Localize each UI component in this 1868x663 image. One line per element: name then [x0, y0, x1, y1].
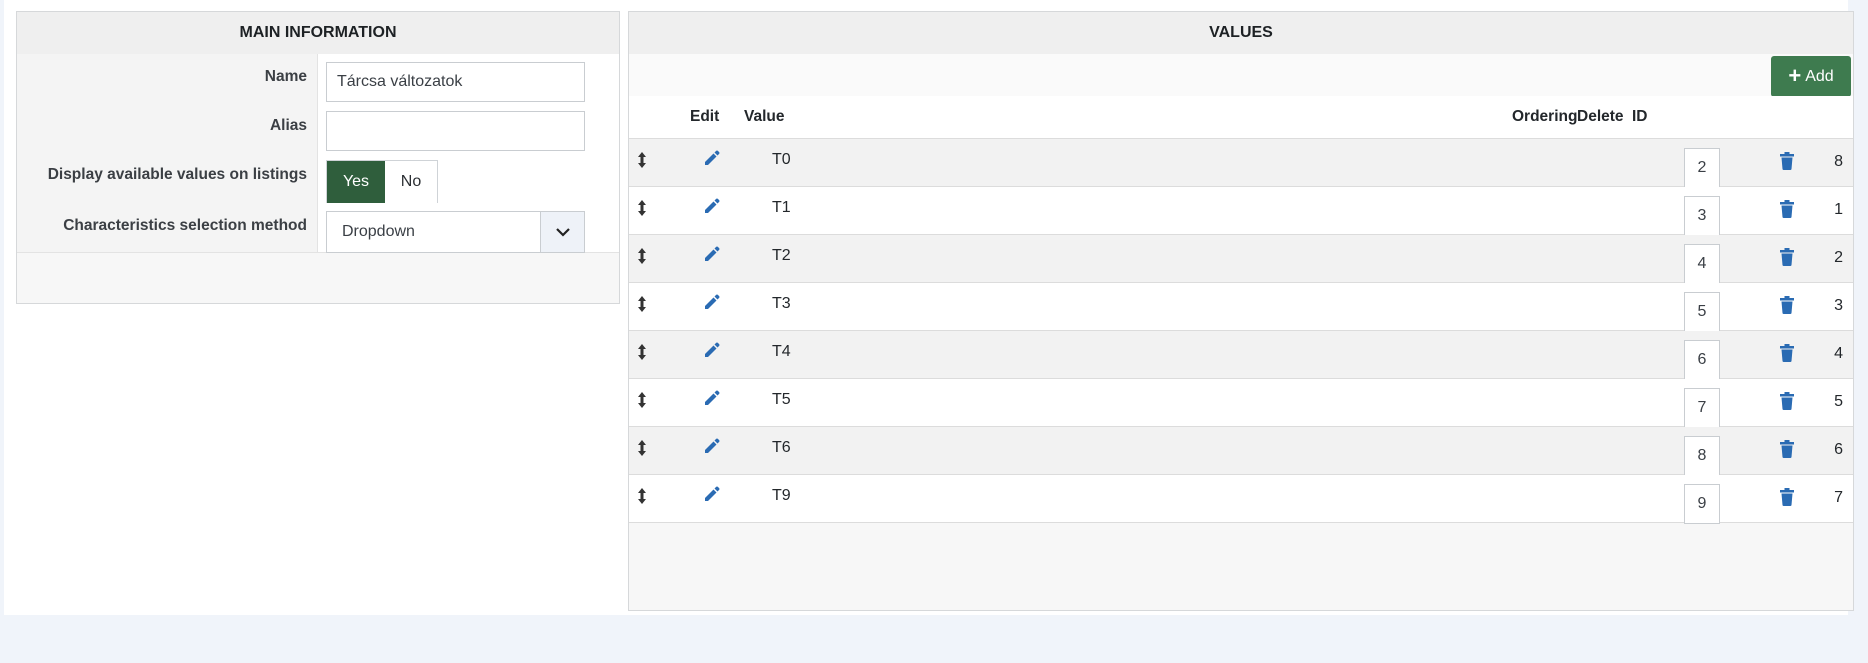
row-id: 8 — [1834, 153, 1843, 170]
table-row: T2 4 2 — [629, 235, 1853, 284]
column-value: Value — [744, 108, 785, 125]
row-id: 7 — [1834, 489, 1843, 506]
row-value: T0 — [772, 151, 791, 168]
row-value: T3 — [772, 295, 791, 312]
selection-method-value: Dropdown — [342, 223, 415, 240]
toggle-yes-button[interactable]: Yes — [327, 161, 385, 203]
pencil-icon[interactable] — [702, 437, 720, 460]
selection-method-select[interactable]: Dropdown — [326, 211, 585, 253]
sort-handle-icon[interactable] — [637, 199, 647, 222]
sort-handle-icon[interactable] — [637, 247, 647, 270]
column-delete: Delete — [1577, 108, 1624, 125]
trash-icon[interactable] — [1780, 152, 1794, 175]
main-information-panel: MAIN INFORMATION Name Alias Display avai… — [16, 11, 620, 304]
column-edit: Edit — [690, 108, 720, 125]
table-row: T5 7 5 — [629, 379, 1853, 428]
row-value: T6 — [772, 439, 791, 456]
table-row: T1 3 1 — [629, 187, 1853, 236]
alias-row: Alias — [17, 103, 619, 153]
pencil-icon[interactable] — [702, 149, 720, 172]
sort-handle-icon[interactable] — [637, 295, 647, 318]
row-id: 6 — [1834, 441, 1843, 458]
row-value: T4 — [772, 343, 791, 360]
table-row: T0 2 8 — [629, 139, 1853, 188]
add-value-button[interactable]: + Add — [1771, 56, 1851, 97]
pencil-icon[interactable] — [702, 293, 720, 316]
row-id: 4 — [1834, 345, 1843, 362]
table-row: T9 9 7 — [629, 475, 1853, 524]
ordering-input[interactable]: 3 — [1684, 196, 1720, 236]
values-panel: VALUES + Add Edit Value Ordering Delete … — [628, 11, 1854, 611]
pencil-icon[interactable] — [702, 341, 720, 364]
table-row: T4 6 4 — [629, 331, 1853, 380]
ordering-input[interactable]: 9 — [1684, 484, 1720, 524]
sort-handle-icon[interactable] — [637, 151, 647, 174]
ordering-input[interactable]: 4 — [1684, 244, 1720, 284]
trash-icon[interactable] — [1780, 488, 1794, 511]
pencil-icon[interactable] — [702, 389, 720, 412]
trash-icon[interactable] — [1780, 392, 1794, 415]
values-toolbar: + Add — [629, 54, 1853, 97]
main-information-title: MAIN INFORMATION — [17, 12, 619, 55]
selection-method-row: Characteristics selection method Dropdow… — [17, 203, 619, 253]
trash-icon[interactable] — [1780, 440, 1794, 463]
table-row: T3 5 3 — [629, 283, 1853, 332]
plus-icon: + — [1788, 62, 1802, 88]
values-title: VALUES — [629, 12, 1853, 55]
row-id: 3 — [1834, 297, 1843, 314]
page: MAIN INFORMATION Name Alias Display avai… — [4, 0, 1854, 615]
values-table-header: Edit Value Ordering Delete ID — [629, 96, 1853, 139]
pencil-icon[interactable] — [702, 197, 720, 220]
ordering-input[interactable]: 8 — [1684, 436, 1720, 476]
table-row: T6 8 6 — [629, 427, 1853, 476]
column-id: ID — [1632, 108, 1648, 125]
alias-label: Alias — [17, 103, 318, 152]
name-input[interactable] — [326, 62, 585, 102]
sort-handle-icon[interactable] — [637, 439, 647, 462]
display-values-row: Display available values on listings Yes… — [17, 152, 619, 204]
row-value: T2 — [772, 247, 791, 264]
toggle-no-button[interactable]: No — [385, 161, 437, 203]
ordering-input[interactable]: 2 — [1684, 148, 1720, 188]
sort-handle-icon[interactable] — [637, 391, 647, 414]
row-value: T1 — [772, 199, 791, 216]
row-id: 5 — [1834, 393, 1843, 410]
ordering-input[interactable]: 5 — [1684, 292, 1720, 332]
trash-icon[interactable] — [1780, 296, 1794, 319]
add-value-label: Add — [1805, 67, 1834, 85]
ordering-input[interactable]: 6 — [1684, 340, 1720, 380]
display-values-toggle: Yes No — [326, 160, 438, 204]
column-ordering: Ordering — [1512, 108, 1578, 125]
chevron-down-icon[interactable] — [540, 212, 584, 252]
trash-icon[interactable] — [1780, 344, 1794, 367]
sort-handle-icon[interactable] — [637, 343, 647, 366]
row-id: 2 — [1834, 249, 1843, 266]
pencil-icon[interactable] — [702, 245, 720, 268]
trash-icon[interactable] — [1780, 248, 1794, 271]
trash-icon[interactable] — [1780, 200, 1794, 223]
row-id: 1 — [1834, 201, 1843, 218]
sort-handle-icon[interactable] — [637, 487, 647, 510]
selection-method-label: Characteristics selection method — [17, 203, 318, 252]
name-label: Name — [17, 54, 318, 103]
row-value: T5 — [772, 391, 791, 408]
row-value: T9 — [772, 487, 791, 504]
name-row: Name — [17, 54, 619, 104]
alias-input[interactable] — [326, 111, 585, 151]
display-values-label: Display available values on listings — [17, 152, 318, 203]
pencil-icon[interactable] — [702, 485, 720, 508]
ordering-input[interactable]: 7 — [1684, 388, 1720, 428]
